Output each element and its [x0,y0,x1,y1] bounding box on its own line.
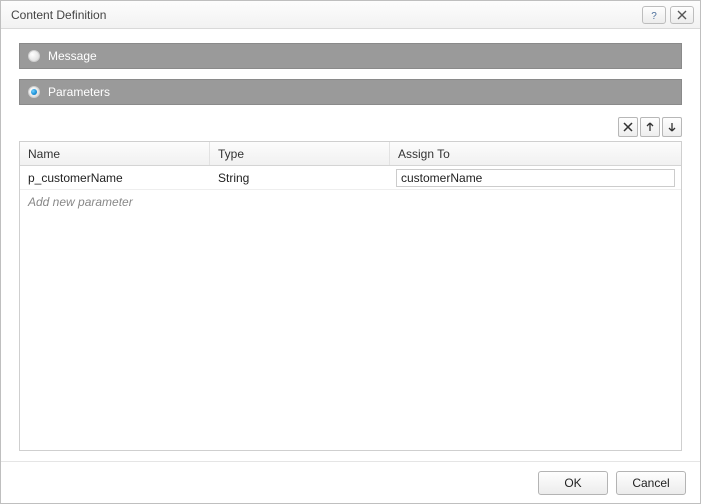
help-icon: ? [648,9,660,21]
dialog-window: Content Definition ? Message Parameters [0,0,701,504]
radio-icon [28,86,40,98]
column-header-name[interactable]: Name [20,142,210,165]
move-down-button[interactable] [662,117,682,137]
assign-to-input[interactable] [396,169,675,187]
cell-name[interactable]: p_customerName [20,166,210,189]
grid-header: Name Type Assign To [20,142,681,166]
column-header-type[interactable]: Type [210,142,390,165]
option-parameters-label: Parameters [48,85,110,99]
dialog-footer: OK Cancel [1,461,700,503]
parameters-grid: Name Type Assign To p_customerName Strin… [19,141,682,451]
arrow-down-icon [666,121,678,133]
add-new-parameter[interactable]: Add new parameter [20,190,681,450]
dialog-title: Content Definition [11,8,638,22]
title-bar: Content Definition ? [1,1,700,29]
dialog-content: Message Parameters [1,29,700,461]
delete-icon [622,121,634,133]
cell-assign [390,166,681,189]
close-icon [676,9,688,21]
close-button[interactable] [670,6,694,24]
option-parameters[interactable]: Parameters [19,79,682,105]
table-toolbar [19,117,682,137]
help-button[interactable]: ? [642,6,666,24]
column-header-assign[interactable]: Assign To [390,142,681,165]
ok-button[interactable]: OK [538,471,608,495]
option-message[interactable]: Message [19,43,682,69]
delete-button[interactable] [618,117,638,137]
move-up-button[interactable] [640,117,660,137]
svg-text:?: ? [651,11,657,21]
radio-icon [28,50,40,62]
option-message-label: Message [48,49,97,63]
arrow-up-icon [644,121,656,133]
table-row[interactable]: p_customerName String [20,166,681,190]
cancel-button[interactable]: Cancel [616,471,686,495]
cell-type[interactable]: String [210,166,390,189]
